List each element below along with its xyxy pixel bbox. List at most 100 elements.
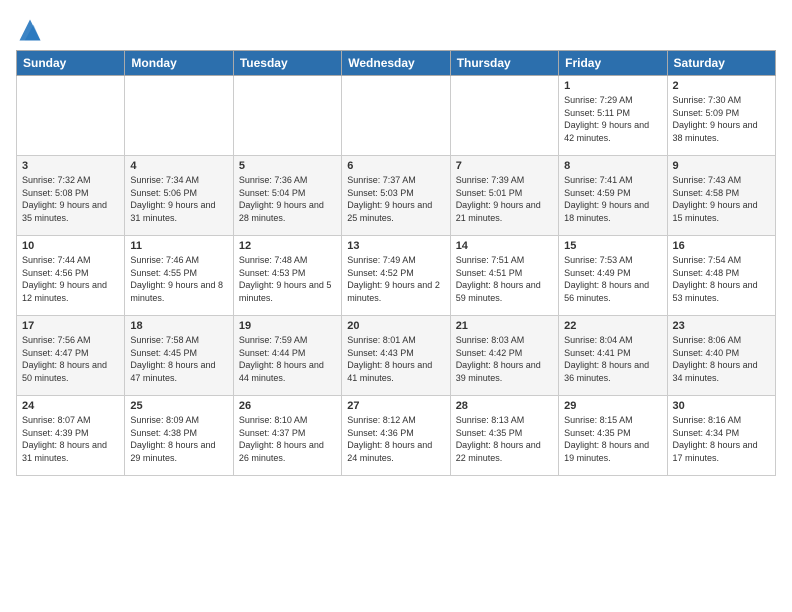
day-number: 14 — [456, 240, 553, 252]
day-info: Sunrise: 8:10 AM Sunset: 4:37 PM Dayligh… — [239, 414, 336, 464]
day-number: 17 — [22, 320, 119, 332]
day-info: Sunrise: 7:58 AM Sunset: 4:45 PM Dayligh… — [130, 334, 227, 384]
calendar-cell-0-0 — [17, 76, 125, 156]
week-row-0: 1 Sunrise: 7:29 AM Sunset: 5:11 PM Daylig… — [17, 76, 776, 156]
calendar-cell-2-4: 14 Sunrise: 7:51 AM Sunset: 4:51 PM Dayli… — [450, 236, 558, 316]
day-info: Sunrise: 8:01 AM Sunset: 4:43 PM Dayligh… — [347, 334, 444, 384]
day-info: Sunrise: 7:30 AM Sunset: 5:09 PM Dayligh… — [673, 94, 770, 144]
calendar-cell-1-2: 5 Sunrise: 7:36 AM Sunset: 5:04 PM Daylig… — [233, 156, 341, 236]
weekday-header-row: SundayMondayTuesdayWednesdayThursdayFrid… — [17, 51, 776, 76]
calendar-cell-2-5: 15 Sunrise: 7:53 AM Sunset: 4:49 PM Dayli… — [559, 236, 667, 316]
day-info: Sunrise: 8:07 AM Sunset: 4:39 PM Dayligh… — [22, 414, 119, 464]
calendar-cell-4-0: 24 Sunrise: 8:07 AM Sunset: 4:39 PM Dayli… — [17, 396, 125, 476]
calendar-cell-2-6: 16 Sunrise: 7:54 AM Sunset: 4:48 PM Dayli… — [667, 236, 775, 316]
day-info: Sunrise: 7:53 AM Sunset: 4:49 PM Dayligh… — [564, 254, 661, 304]
calendar-cell-1-5: 8 Sunrise: 7:41 AM Sunset: 4:59 PM Daylig… — [559, 156, 667, 236]
day-info: Sunrise: 7:29 AM Sunset: 5:11 PM Dayligh… — [564, 94, 661, 144]
week-row-2: 10 Sunrise: 7:44 AM Sunset: 4:56 PM Dayli… — [17, 236, 776, 316]
day-number: 29 — [564, 400, 661, 412]
day-number: 20 — [347, 320, 444, 332]
day-number: 26 — [239, 400, 336, 412]
weekday-header-monday: Monday — [125, 51, 233, 76]
day-info: Sunrise: 8:09 AM Sunset: 4:38 PM Dayligh… — [130, 414, 227, 464]
calendar-cell-2-2: 12Sunrise: 7:48 AM Sunset: 4:53 PM Dayli… — [233, 236, 341, 316]
day-number: 11 — [130, 240, 227, 252]
calendar-cell-2-0: 10 Sunrise: 7:44 AM Sunset: 4:56 PM Dayli… — [17, 236, 125, 316]
day-info: Sunrise: 7:39 AM Sunset: 5:01 PM Dayligh… — [456, 174, 553, 224]
calendar-cell-1-3: 6 Sunrise: 7:37 AM Sunset: 5:03 PM Daylig… — [342, 156, 450, 236]
day-info: Sunrise: 7:49 AM Sunset: 4:52 PM Dayligh… — [347, 254, 444, 304]
day-info: Sunrise: 7:51 AM Sunset: 4:51 PM Dayligh… — [456, 254, 553, 304]
day-number: 19 — [239, 320, 336, 332]
day-info: Sunrise: 7:56 AM Sunset: 4:47 PM Dayligh… — [22, 334, 119, 384]
day-number: 1 — [564, 80, 661, 92]
day-number: 10 — [22, 240, 119, 252]
day-info: Sunrise: 7:44 AM Sunset: 4:56 PM Dayligh… — [22, 254, 119, 304]
calendar-table: SundayMondayTuesdayWednesdayThursdayFrid… — [16, 50, 776, 476]
calendar-cell-3-2: 19 Sunrise: 7:59 AM Sunset: 4:44 PM Dayli… — [233, 316, 341, 396]
calendar-cell-4-1: 25 Sunrise: 8:09 AM Sunset: 4:38 PM Dayli… — [125, 396, 233, 476]
day-number: 16 — [673, 240, 770, 252]
calendar-cell-1-0: 3 Sunrise: 7:32 AM Sunset: 5:08 PM Daylig… — [17, 156, 125, 236]
day-number: 6 — [347, 160, 444, 172]
calendar-cell-1-1: 4 Sunrise: 7:34 AM Sunset: 5:06 PM Daylig… — [125, 156, 233, 236]
day-info: Sunrise: 7:48 AM Sunset: 4:53 PM Dayligh… — [239, 254, 336, 304]
day-number: 28 — [456, 400, 553, 412]
day-info: Sunrise: 8:15 AM Sunset: 4:35 PM Dayligh… — [564, 414, 661, 464]
calendar-cell-3-3: 20 Sunrise: 8:01 AM Sunset: 4:43 PM Dayli… — [342, 316, 450, 396]
weekday-header-friday: Friday — [559, 51, 667, 76]
day-number: 22 — [564, 320, 661, 332]
day-info: Sunrise: 7:54 AM Sunset: 4:48 PM Dayligh… — [673, 254, 770, 304]
calendar-cell-0-2 — [233, 76, 341, 156]
day-info: Sunrise: 7:34 AM Sunset: 5:06 PM Dayligh… — [130, 174, 227, 224]
weekday-header-sunday: Sunday — [17, 51, 125, 76]
day-number: 30 — [673, 400, 770, 412]
calendar-cell-0-6: 2Sunrise: 7:30 AM Sunset: 5:09 PM Daylig… — [667, 76, 775, 156]
logo — [16, 16, 48, 44]
day-info: Sunrise: 7:41 AM Sunset: 4:59 PM Dayligh… — [564, 174, 661, 224]
calendar-cell-0-4 — [450, 76, 558, 156]
day-info: Sunrise: 7:37 AM Sunset: 5:03 PM Dayligh… — [347, 174, 444, 224]
header — [16, 16, 776, 44]
day-info: Sunrise: 7:32 AM Sunset: 5:08 PM Dayligh… — [22, 174, 119, 224]
day-number: 27 — [347, 400, 444, 412]
day-number: 4 — [130, 160, 227, 172]
weekday-header-saturday: Saturday — [667, 51, 775, 76]
logo-icon — [16, 16, 44, 44]
calendar-cell-4-6: 30 Sunrise: 8:16 AM Sunset: 4:34 PM Dayli… — [667, 396, 775, 476]
day-number: 24 — [22, 400, 119, 412]
weekday-header-thursday: Thursday — [450, 51, 558, 76]
day-number: 21 — [456, 320, 553, 332]
calendar-cell-3-6: 23Sunrise: 8:06 AM Sunset: 4:40 PM Dayli… — [667, 316, 775, 396]
day-info: Sunrise: 7:46 AM Sunset: 4:55 PM Dayligh… — [130, 254, 227, 304]
day-number: 18 — [130, 320, 227, 332]
calendar-cell-0-5: 1 Sunrise: 7:29 AM Sunset: 5:11 PM Daylig… — [559, 76, 667, 156]
calendar-cell-2-1: 11 Sunrise: 7:46 AM Sunset: 4:55 PM Dayli… — [125, 236, 233, 316]
calendar-cell-1-6: 9 Sunrise: 7:43 AM Sunset: 4:58 PM Daylig… — [667, 156, 775, 236]
calendar-cell-2-3: 13 Sunrise: 7:49 AM Sunset: 4:52 PM Dayli… — [342, 236, 450, 316]
day-number: 5 — [239, 160, 336, 172]
day-info: Sunrise: 7:36 AM Sunset: 5:04 PM Dayligh… — [239, 174, 336, 224]
day-info: Sunrise: 7:59 AM Sunset: 4:44 PM Dayligh… — [239, 334, 336, 384]
day-number: 13 — [347, 240, 444, 252]
day-number: 23 — [673, 320, 770, 332]
calendar-cell-4-3: 27 Sunrise: 8:12 AM Sunset: 4:36 PM Dayli… — [342, 396, 450, 476]
calendar-cell-0-1 — [125, 76, 233, 156]
day-number: 15 — [564, 240, 661, 252]
day-number: 8 — [564, 160, 661, 172]
calendar-cell-3-0: 17 Sunrise: 7:56 AM Sunset: 4:47 PM Dayli… — [17, 316, 125, 396]
calendar-cell-3-1: 18 Sunrise: 7:58 AM Sunset: 4:45 PM Dayli… — [125, 316, 233, 396]
day-info: Sunrise: 7:43 AM Sunset: 4:58 PM Dayligh… — [673, 174, 770, 224]
day-info: Sunrise: 8:04 AM Sunset: 4:41 PM Dayligh… — [564, 334, 661, 384]
day-number: 3 — [22, 160, 119, 172]
calendar-cell-4-2: 26 Sunrise: 8:10 AM Sunset: 4:37 PM Dayli… — [233, 396, 341, 476]
day-number: 25 — [130, 400, 227, 412]
day-info: Sunrise: 8:16 AM Sunset: 4:34 PM Dayligh… — [673, 414, 770, 464]
day-info: Sunrise: 8:13 AM Sunset: 4:35 PM Dayligh… — [456, 414, 553, 464]
day-number: 9 — [673, 160, 770, 172]
day-info: Sunrise: 8:12 AM Sunset: 4:36 PM Dayligh… — [347, 414, 444, 464]
weekday-header-tuesday: Tuesday — [233, 51, 341, 76]
calendar-cell-4-4: 28 Sunrise: 8:13 AM Sunset: 4:35 PM Dayli… — [450, 396, 558, 476]
day-number: 7 — [456, 160, 553, 172]
week-row-4: 24 Sunrise: 8:07 AM Sunset: 4:39 PM Dayli… — [17, 396, 776, 476]
